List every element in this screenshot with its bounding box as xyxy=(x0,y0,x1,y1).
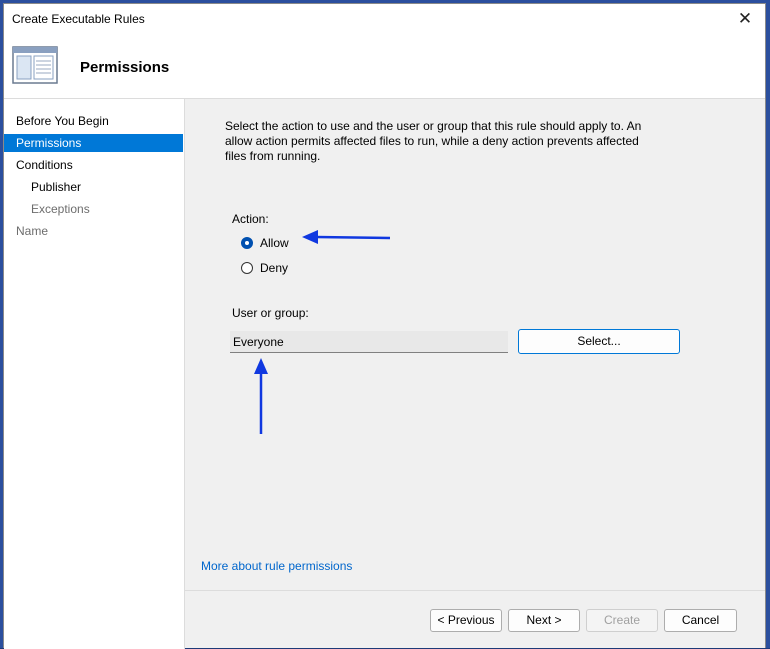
deny-radio-option[interactable]: Deny xyxy=(241,261,288,275)
nav-item-exceptions[interactable]: Exceptions xyxy=(4,200,183,218)
allow-label: Allow xyxy=(260,236,289,250)
close-icon: ✕ xyxy=(737,9,753,28)
page-title: Permissions xyxy=(80,59,170,76)
window-title: Create Executable Rules xyxy=(12,12,145,26)
wizard-header: Permissions xyxy=(4,34,765,99)
wizard-step-nav: Before You Begin Permissions Conditions … xyxy=(4,99,185,649)
nav-item-publisher[interactable]: Publisher xyxy=(4,178,183,196)
nav-item-permissions[interactable]: Permissions xyxy=(4,134,183,152)
close-button[interactable]: ✕ xyxy=(725,4,765,34)
create-button[interactable]: Create xyxy=(586,609,658,632)
annotation-arrow-up-icon xyxy=(254,358,268,434)
user-group-field[interactable]: Everyone xyxy=(230,331,508,353)
action-label: Action: xyxy=(232,212,269,226)
create-executable-rules-dialog: Create Executable Rules ✕ Permissions Be… xyxy=(3,3,766,649)
nav-item-before-you-begin[interactable]: Before You Begin xyxy=(4,112,183,130)
nav-item-conditions[interactable]: Conditions xyxy=(4,156,183,174)
deny-radio[interactable] xyxy=(241,262,253,274)
permissions-description: Select the action to use and the user or… xyxy=(225,119,642,163)
next-button[interactable]: Next > xyxy=(508,609,580,632)
select-user-button[interactable]: Select... xyxy=(518,329,680,354)
deny-label: Deny xyxy=(260,261,289,275)
more-about-rule-permissions-link[interactable]: More about rule permissions xyxy=(201,559,352,573)
allow-radio[interactable] xyxy=(241,237,253,249)
annotation-arrow-left-icon xyxy=(302,230,391,244)
permissions-panel: Select the action to use and the user or… xyxy=(185,99,765,590)
user-group-label: User or group: xyxy=(232,306,309,320)
nav-item-name[interactable]: Name xyxy=(4,222,183,240)
cancel-button[interactable]: Cancel xyxy=(664,609,737,632)
allow-radio-option[interactable]: Allow xyxy=(241,236,289,250)
title-bar: Create Executable Rules ✕ xyxy=(4,4,765,34)
wizard-window-icon xyxy=(12,46,58,84)
wizard-footer: < Previous Next > Create Cancel xyxy=(185,590,765,648)
previous-button[interactable]: < Previous xyxy=(430,609,502,632)
